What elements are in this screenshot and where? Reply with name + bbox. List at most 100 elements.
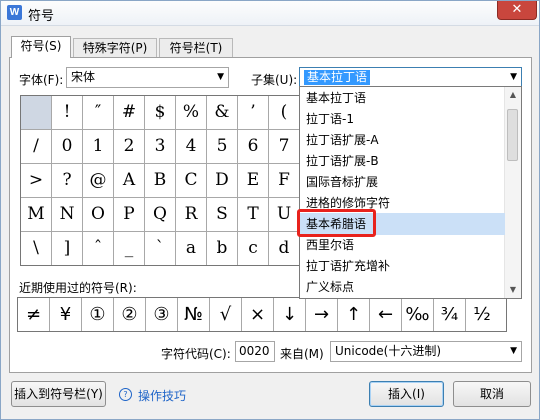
- symbol-cell[interactable]: ˆ: [83, 232, 114, 265]
- recent-symbol-cell[interactable]: ①: [82, 298, 114, 331]
- symbol-cell[interactable]: \: [21, 232, 52, 265]
- symbol-cell[interactable]: _: [114, 232, 145, 265]
- symbol-cell[interactable]: 6: [238, 130, 269, 164]
- wps-writer-icon: W: [7, 5, 22, 20]
- recent-symbol-cell[interactable]: ¥: [50, 298, 82, 331]
- window-title: 符号: [28, 9, 55, 24]
- symbol-dialog: W 符号 ✕ 符号(S) 特殊字符(P) 符号栏(T) 字体(F): 宋体 ▼ …: [0, 0, 540, 420]
- symbol-cell[interactable]: ’: [238, 96, 269, 130]
- symbol-cell[interactable]: B: [145, 164, 176, 198]
- tips-link[interactable]: 操作技巧: [138, 387, 186, 404]
- recent-symbol-cell[interactable]: ≠: [18, 298, 50, 331]
- symbol-cell[interactable]: d: [269, 232, 299, 265]
- subset-dropdown-list: ▲ ▼ 基本拉丁语 拉丁语-1 拉丁语扩展-A 拉丁语扩展-B 国际音标扩展 进格的修饰字…: [299, 86, 522, 299]
- subset-select[interactable]: 基本拉丁语 ▼: [299, 67, 522, 88]
- from-value: Unicode(十六进制): [335, 344, 442, 358]
- recent-symbol-cell[interactable]: √: [210, 298, 242, 331]
- recent-symbol-cell[interactable]: ¾: [434, 298, 466, 331]
- symbol-cell[interactable]: M: [21, 198, 52, 232]
- symbol-cell[interactable]: 3: [145, 130, 176, 164]
- recent-symbol-cell[interactable]: ②: [114, 298, 146, 331]
- symbol-cell[interactable]: ]: [52, 232, 83, 265]
- tab-special-characters[interactable]: 特殊字符(P): [73, 38, 157, 58]
- symbol-cell[interactable]: D: [207, 164, 238, 198]
- symbol-cell[interactable]: 5: [207, 130, 238, 164]
- insert-button[interactable]: 插入(I): [369, 381, 444, 407]
- symbol-cell[interactable]: N: [52, 198, 83, 232]
- scroll-thumb[interactable]: [507, 109, 518, 161]
- symbol-cell[interactable]: #: [114, 96, 145, 130]
- recent-symbol-cell[interactable]: →: [306, 298, 338, 331]
- symbol-cell[interactable]: 7: [269, 130, 299, 164]
- recent-symbol-cell[interactable]: ↑: [338, 298, 370, 331]
- symbol-cell[interactable]: A: [114, 164, 145, 198]
- symbol-grid: ! ″ # $% &’( /0 1 2 3 4 5 6 7 >? @ A B C D E F M N O P Q R S T U \] ˆ _ `…: [20, 95, 300, 266]
- recent-symbol-cell[interactable]: ‰: [402, 298, 434, 331]
- symbol-cell[interactable]: 1: [83, 130, 114, 164]
- subset-label: 子集(U):: [251, 73, 298, 87]
- dropdown-scrollbar[interactable]: ▲ ▼: [504, 87, 521, 298]
- symbol-cell[interactable]: O: [83, 198, 114, 232]
- font-label: 字体(F):: [19, 73, 64, 87]
- symbol-cell[interactable]: U: [269, 198, 299, 232]
- symbol-cell[interactable]: [21, 96, 52, 130]
- symbol-cell[interactable]: ″: [83, 96, 114, 130]
- subset-value: 基本拉丁语: [304, 70, 371, 85]
- symbol-cell[interactable]: $: [145, 96, 176, 130]
- symbol-cell[interactable]: &: [207, 96, 238, 130]
- tab-symbol-bar[interactable]: 符号栏(T): [159, 38, 233, 58]
- symbol-cell[interactable]: c: [238, 232, 269, 265]
- symbol-cell[interactable]: >: [21, 164, 52, 198]
- symbol-cell[interactable]: Q: [145, 198, 176, 232]
- symbol-cell[interactable]: E: [238, 164, 269, 198]
- scroll-down-icon[interactable]: ▼: [505, 282, 521, 298]
- from-label: 来自(M): [280, 347, 324, 361]
- symbol-cell[interactable]: ?: [52, 164, 83, 198]
- cancel-button[interactable]: 取消: [453, 381, 531, 407]
- close-button[interactable]: ✕: [497, 1, 537, 20]
- subset-option[interactable]: 西里尔语: [300, 234, 505, 256]
- symbol-cell[interactable]: 4: [176, 130, 207, 164]
- char-code-input[interactable]: 0020: [235, 341, 275, 362]
- info-icon[interactable]: ?: [119, 388, 132, 401]
- insert-to-symbol-bar-button[interactable]: 插入到符号栏(Y): [11, 381, 106, 407]
- scroll-up-icon[interactable]: ▲: [505, 87, 521, 103]
- symbol-cell[interactable]: !: [52, 96, 83, 130]
- symbol-cell[interactable]: b: [207, 232, 238, 265]
- subset-option[interactable]: 广义标点: [300, 276, 505, 298]
- recent-symbol-cell[interactable]: ×: [242, 298, 274, 331]
- symbol-cell[interactable]: /: [21, 130, 52, 164]
- recent-symbols-row: ≠ ¥ ① ② ③ № √ × ↓ → ↑ ← ‰ ¾ ½: [17, 297, 507, 332]
- subset-option[interactable]: 拉丁语扩充增补: [300, 255, 505, 277]
- symbol-cell[interactable]: C: [176, 164, 207, 198]
- symbol-cell[interactable]: T: [238, 198, 269, 232]
- subset-option[interactable]: 基本拉丁语: [300, 87, 505, 109]
- symbol-cell[interactable]: %: [176, 96, 207, 130]
- symbol-cell[interactable]: P: [114, 198, 145, 232]
- subset-option[interactable]: 拉丁语-1: [300, 108, 505, 130]
- subset-option[interactable]: 拉丁语扩展-A: [300, 129, 505, 151]
- symbol-cell[interactable]: a: [176, 232, 207, 265]
- recent-symbol-cell[interactable]: ½: [466, 298, 498, 331]
- chevron-down-icon: ▼: [510, 346, 517, 356]
- symbol-cell[interactable]: @: [83, 164, 114, 198]
- font-select[interactable]: 宋体 ▼: [66, 67, 229, 88]
- symbol-cell[interactable]: `: [145, 232, 176, 265]
- font-value: 宋体: [71, 70, 96, 84]
- symbol-cell[interactable]: (: [269, 96, 299, 130]
- title-bar: W 符号 ✕: [1, 1, 539, 26]
- symbol-cell[interactable]: 2: [114, 130, 145, 164]
- symbol-cell[interactable]: 0: [52, 130, 83, 164]
- symbol-cell[interactable]: R: [176, 198, 207, 232]
- symbol-cell[interactable]: F: [269, 164, 299, 198]
- recent-symbol-cell[interactable]: ←: [370, 298, 402, 331]
- recent-symbol-cell[interactable]: №: [178, 298, 210, 331]
- recent-symbol-cell[interactable]: ↓: [274, 298, 306, 331]
- tab-symbols[interactable]: 符号(S): [11, 36, 71, 58]
- subset-option[interactable]: 国际音标扩展: [300, 171, 505, 193]
- chevron-down-icon: ▼: [217, 72, 224, 82]
- subset-option[interactable]: 拉丁语扩展-B: [300, 150, 505, 172]
- recent-symbol-cell[interactable]: ③: [146, 298, 178, 331]
- from-select[interactable]: Unicode(十六进制) ▼: [330, 341, 522, 362]
- symbol-cell[interactable]: S: [207, 198, 238, 232]
